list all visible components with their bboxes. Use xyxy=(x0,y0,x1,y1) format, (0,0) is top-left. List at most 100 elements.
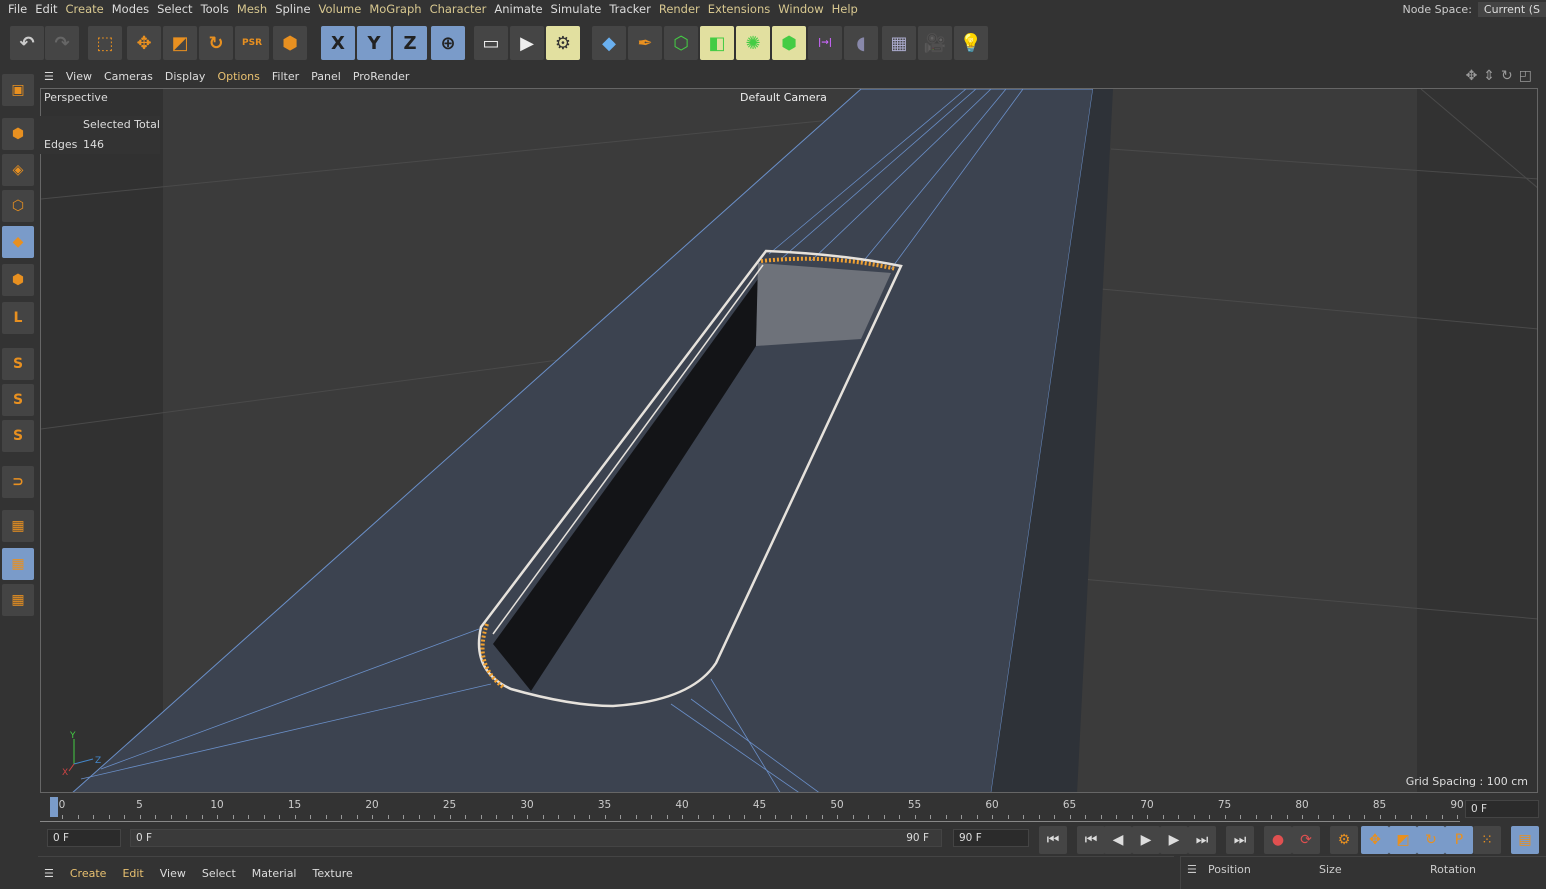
next-frame-icon[interactable]: ▶ xyxy=(1160,826,1188,854)
move-icon[interactable]: ✥ xyxy=(127,26,161,60)
polygons-mode-icon[interactable]: ⬢ xyxy=(2,264,34,296)
floor-icon[interactable]: ▦ xyxy=(882,26,916,60)
timeline-icon[interactable]: ▤ xyxy=(1511,826,1539,854)
mat-menu-texture[interactable]: Texture xyxy=(312,867,352,880)
menu-edit[interactable]: Edit xyxy=(35,2,57,16)
render-picture-viewer-icon[interactable]: ▶ xyxy=(510,26,544,60)
solo-icon[interactable]: S xyxy=(2,348,34,380)
mat-menu-view[interactable]: View xyxy=(160,867,186,880)
hamburger-icon[interactable]: ☰ xyxy=(44,70,54,83)
mat-menu-select[interactable]: Select xyxy=(202,867,236,880)
record-icon[interactable]: ● xyxy=(1264,826,1292,854)
viewport-menu-panel[interactable]: Panel xyxy=(311,70,341,83)
menu-animate[interactable]: Animate xyxy=(494,2,542,16)
render-view-icon[interactable]: ▭ xyxy=(474,26,508,60)
field-icon[interactable]: ◖ xyxy=(844,26,878,60)
menu-modes[interactable]: Modes xyxy=(112,2,149,16)
autokey-icon[interactable]: ⟳ xyxy=(1292,826,1320,854)
mograph-icon[interactable]: ⬢ xyxy=(772,26,806,60)
viewport-3d[interactable] xyxy=(40,88,1538,793)
cloner-icon[interactable]: ✺ xyxy=(736,26,770,60)
camera-icon[interactable]: 🎥 xyxy=(918,26,952,60)
key-position-icon[interactable]: ✥ xyxy=(1361,826,1389,854)
key-rotation-icon[interactable]: ↻ xyxy=(1417,826,1445,854)
make-editable-icon[interactable]: ▣ xyxy=(2,74,34,106)
key-scale-icon[interactable]: ◩ xyxy=(1389,826,1417,854)
start-frame-field[interactable]: 0 F xyxy=(47,829,121,847)
solo-off-icon[interactable]: S xyxy=(2,420,34,452)
points-mode-icon[interactable]: ⬡ xyxy=(2,190,34,222)
prev-key-icon[interactable]: ⏮ xyxy=(1077,826,1105,854)
menu-simulate[interactable]: Simulate xyxy=(551,2,602,16)
pen-icon[interactable]: ✒ xyxy=(628,26,662,60)
y-axis-icon[interactable]: Y xyxy=(357,26,391,60)
menu-mograph[interactable]: MoGraph xyxy=(369,2,421,16)
extrude-icon[interactable]: ◧ xyxy=(700,26,734,60)
subdivision-icon[interactable]: ⬡ xyxy=(664,26,698,60)
rotate-icon[interactable]: ↻ xyxy=(199,26,233,60)
menu-spline[interactable]: Spline xyxy=(275,2,310,16)
key-pla-icon[interactable]: ⁙ xyxy=(1473,826,1501,854)
key-param-icon[interactable]: P xyxy=(1445,826,1473,854)
viewport-menu-view[interactable]: View xyxy=(66,70,92,83)
mat-menu-edit[interactable]: Edit xyxy=(122,867,143,880)
live-selection-icon[interactable]: ⬚ xyxy=(88,26,122,60)
next-key-icon[interactable]: ⏭ xyxy=(1188,826,1216,854)
snap-icon[interactable]: ⊃ xyxy=(2,466,34,498)
menu-tracker[interactable]: Tracker xyxy=(609,2,651,16)
world-coord-icon[interactable]: ⊕ xyxy=(431,26,465,60)
menu-render[interactable]: Render xyxy=(659,2,700,16)
undo-icon[interactable]: ↶ xyxy=(10,26,44,60)
keyframe-settings-icon[interactable]: ⚙ xyxy=(1330,826,1358,854)
deformer-icon[interactable]: |→| xyxy=(808,26,842,60)
viewport-menu-prorender[interactable]: ProRender xyxy=(353,70,410,83)
camera-name[interactable]: Default Camera xyxy=(740,91,827,104)
menu-mesh[interactable]: Mesh xyxy=(237,2,267,16)
mat-menu-material[interactable]: Material xyxy=(252,867,297,880)
go-to-end-icon[interactable]: ⏭ xyxy=(1226,826,1254,854)
render-settings-icon[interactable]: ⚙ xyxy=(546,26,580,60)
cube-icon[interactable]: ◆ xyxy=(592,26,626,60)
viewport-menu-filter[interactable]: Filter xyxy=(272,70,299,83)
menu-tools[interactable]: Tools xyxy=(201,2,229,16)
solo-hierarchy-icon[interactable]: S xyxy=(2,384,34,416)
prev-frame-icon[interactable]: ◀ xyxy=(1104,826,1132,854)
viewport-menu-display[interactable]: Display xyxy=(165,70,206,83)
go-to-start-icon[interactable]: ⏮ xyxy=(1039,826,1067,854)
mat-menu-create[interactable]: Create xyxy=(70,867,107,880)
light-icon[interactable]: 💡 xyxy=(954,26,988,60)
workplane-icon[interactable]: ▦ xyxy=(2,510,34,542)
hamburger-icon[interactable]: ☰ xyxy=(1187,863,1197,876)
play-icon[interactable]: ▶ xyxy=(1132,826,1160,854)
menu-character[interactable]: Character xyxy=(430,2,487,16)
edges-mode-icon[interactable]: ◆ xyxy=(2,226,34,258)
menu-help[interactable]: Help xyxy=(832,2,858,16)
playhead[interactable] xyxy=(50,797,58,817)
z-axis-icon[interactable]: Z xyxy=(393,26,427,60)
workplane-snap-icon[interactable]: ▦ xyxy=(2,584,34,616)
viewport-nav-icons[interactable]: ✥⇕↻◰ xyxy=(1466,68,1538,84)
end-frame-field[interactable]: 90 F xyxy=(953,829,1029,847)
psr-icon[interactable]: PSR xyxy=(235,26,269,60)
object-mode-icon[interactable]: ⬢ xyxy=(273,26,307,60)
menu-window[interactable]: Window xyxy=(778,2,823,16)
menu-create[interactable]: Create xyxy=(66,2,104,16)
node-space-dropdown[interactable]: Current (S xyxy=(1477,1,1546,17)
axis-mode-icon[interactable]: L xyxy=(2,302,34,334)
frame-range-slider[interactable]: 0 F 90 F xyxy=(130,829,942,847)
x-axis-icon[interactable]: X xyxy=(321,26,355,60)
timeline-ruler[interactable]: 0 5 10 15 20 25 30 35 40 45 50 55 60 65 70 75 80 85 90 xyxy=(40,797,1464,822)
locked-workplane-icon[interactable]: ▦ xyxy=(2,548,34,580)
menu-file[interactable]: File xyxy=(8,2,27,16)
viewport-menu-cameras[interactable]: Cameras xyxy=(104,70,153,83)
menu-extensions[interactable]: Extensions xyxy=(708,2,770,16)
current-frame-field[interactable]: 0 F xyxy=(1465,800,1539,818)
scale-icon[interactable]: ◩ xyxy=(163,26,197,60)
texture-mode-icon[interactable]: ◈ xyxy=(2,154,34,186)
redo-icon[interactable]: ↷ xyxy=(45,26,79,60)
model-mode-icon[interactable]: ⬢ xyxy=(2,118,34,150)
menu-select[interactable]: Select xyxy=(157,2,192,16)
hamburger-icon[interactable]: ☰ xyxy=(44,867,54,880)
menu-volume[interactable]: Volume xyxy=(319,2,362,16)
viewport-menu-options[interactable]: Options xyxy=(217,70,259,83)
